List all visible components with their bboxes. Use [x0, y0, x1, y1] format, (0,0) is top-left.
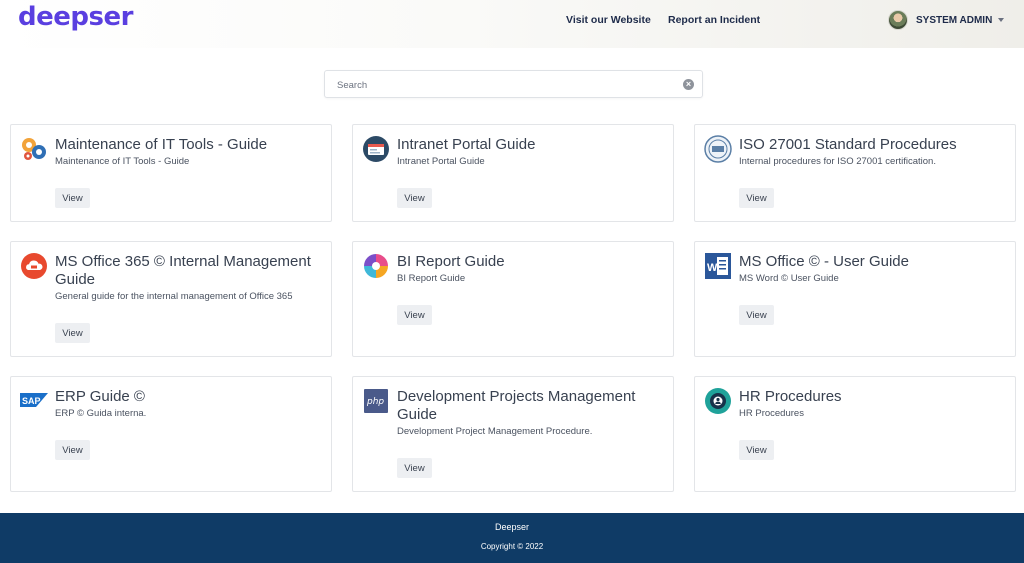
deepser-logo[interactable]: deepser [18, 2, 133, 32]
card-development-projects: php Development Projects Management Guid… [352, 376, 674, 492]
user-menu[interactable]: SYSTEM ADMIN [888, 9, 1005, 31]
visit-website-link[interactable]: Visit our Website [566, 14, 651, 26]
card-description: Internal procedures for ISO 27001 certif… [739, 156, 936, 167]
card-bi-report: BI Report Guide BI Report Guide View [352, 241, 674, 357]
gears-icon [20, 135, 48, 163]
office365-cloud-icon [20, 252, 48, 280]
card-description: MS Word © User Guide [739, 273, 839, 284]
card-description: BI Report Guide [397, 273, 466, 284]
card-title[interactable]: MS Office 365 © Internal Management Guid… [55, 253, 325, 288]
search-input[interactable] [337, 77, 667, 93]
footer-copyright: Copyright © 2022 [480, 542, 544, 551]
clear-search-icon[interactable]: × [683, 79, 694, 90]
card-hr-procedures: HR Procedures HR Procedures View [694, 376, 1016, 492]
user-name[interactable]: SYSTEM ADMIN [916, 15, 992, 26]
view-button[interactable]: View [397, 188, 432, 208]
view-button[interactable]: View [397, 458, 432, 478]
card-title[interactable]: MS Office © - User Guide [739, 253, 1009, 271]
card-description: ERP © Guida interna. [55, 408, 147, 419]
card-office365-management: MS Office 365 © Internal Management Guid… [10, 241, 332, 357]
footer: Deepser Copyright © 2022 [0, 513, 1024, 563]
card-title[interactable]: Intranet Portal Guide [397, 136, 667, 154]
card-iso-27001: ISO 27001 Standard Procedures Internal p… [694, 124, 1016, 222]
card-description: Intranet Portal Guide [397, 156, 485, 167]
card-title[interactable]: BI Report Guide [397, 253, 667, 271]
top-header: deepser Visit our Website Report an Inci… [0, 0, 1024, 48]
hr-gear-icon [704, 387, 732, 415]
sap-logo-icon: SAP [20, 387, 48, 415]
svg-text:W: W [707, 262, 718, 274]
card-erp-guide: SAP ERP Guide © ERP © Guida interna. Vie… [10, 376, 332, 492]
card-ms-office-user-guide: W MS Office © - User Guide MS Word © Use… [694, 241, 1016, 357]
svg-text:php: php [366, 397, 384, 407]
view-button[interactable]: View [397, 305, 432, 325]
chevron-down-icon[interactable] [998, 18, 1005, 22]
svg-text:SAP: SAP [22, 396, 41, 406]
view-button[interactable]: View [739, 305, 774, 325]
report-incident-link[interactable]: Report an Incident [668, 14, 760, 26]
view-button[interactable]: View [55, 323, 90, 343]
browser-window-icon [362, 135, 390, 163]
card-title[interactable]: ISO 27001 Standard Procedures [739, 136, 1009, 154]
card-intranet-portal: Intranet Portal Guide Intranet Portal Gu… [352, 124, 674, 222]
card-maintenance-it-tools: Maintenance of IT Tools - Guide Maintena… [10, 124, 332, 222]
view-button[interactable]: View [55, 440, 90, 460]
php-icon: php [362, 387, 390, 415]
footer-brand: Deepser [494, 522, 530, 532]
avatar[interactable] [888, 10, 908, 30]
bi-pinwheel-icon [362, 252, 390, 280]
card-title[interactable]: ERP Guide © [55, 388, 325, 406]
view-button[interactable]: View [739, 188, 774, 208]
card-title[interactable]: Development Projects Management Guide [397, 388, 667, 423]
card-description: General guide for the internal managemen… [55, 291, 293, 302]
card-description: Maintenance of IT Tools - Guide [55, 156, 190, 167]
card-title[interactable]: HR Procedures [739, 388, 1009, 406]
iso-seal-icon [704, 135, 732, 163]
card-description: HR Procedures [739, 408, 804, 419]
card-title[interactable]: Maintenance of IT Tools - Guide [55, 136, 325, 154]
view-button[interactable]: View [739, 440, 774, 460]
view-button[interactable]: View [55, 188, 90, 208]
search-box: × [324, 70, 703, 98]
card-description: Development Project Management Procedure… [397, 426, 593, 437]
ms-word-icon: W [704, 252, 732, 280]
